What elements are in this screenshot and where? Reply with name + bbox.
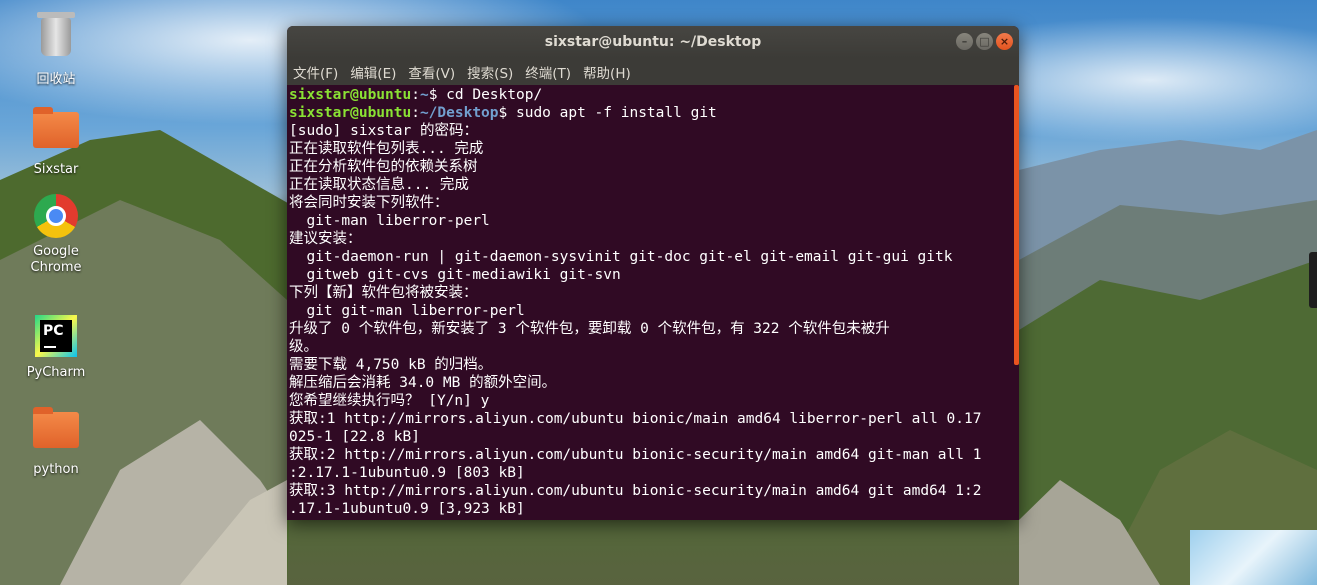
output-line: 级。	[289, 339, 318, 355]
desktop-icon-trash[interactable]: 回收站	[16, 12, 96, 87]
output-line: 将会同时安装下列软件：	[289, 195, 449, 211]
close-button[interactable]: ×	[996, 33, 1013, 50]
menu-terminal[interactable]: 终端(T)	[525, 60, 571, 84]
output-line: git git-man liberror-perl	[289, 303, 525, 319]
menu-search[interactable]: 搜索(S)	[467, 60, 513, 84]
terminal-output[interactable]: sixstar@ubuntu:~$ cd Desktop/ sixstar@ub…	[287, 85, 1019, 520]
output-line: 下列【新】软件包将被安装：	[289, 285, 478, 301]
side-widget-handle[interactable]	[1309, 252, 1317, 308]
prompt-line: sixstar@ubuntu:~$ cd Desktop/	[289, 87, 543, 103]
menu-view[interactable]: 查看(V)	[408, 60, 455, 84]
desktop-icon-label: Google Chrome	[30, 244, 82, 275]
prompt-line: sixstar@ubuntu:~/Desktop$ sudo apt -f in…	[289, 105, 717, 121]
window-titlebar[interactable]: sixstar@ubuntu: ~/Desktop – □ ×	[287, 26, 1019, 58]
window-title: sixstar@ubuntu: ~/Desktop	[544, 34, 762, 50]
output-line: 解压缩后会消耗 34.0 MB 的额外空间。	[289, 375, 557, 391]
desktop-icon-chrome[interactable]: Google Chrome	[16, 192, 96, 276]
output-line: git-daemon-run | git-daemon-sysvinit git…	[289, 249, 953, 265]
desktop-widget-thumbnail[interactable]	[1190, 530, 1317, 585]
desktop-icon-sixstar[interactable]: Sixstar	[16, 104, 96, 177]
trash-icon	[32, 12, 80, 66]
output-line: 升级了 0 个软件包，新安装了 3 个软件包，要卸载 0 个软件包，有 322 …	[289, 321, 890, 337]
output-line: 正在读取状态信息... 完成	[289, 177, 469, 193]
output-line: :2.17.1-1ubuntu0.9 [803 kB]	[289, 465, 525, 481]
output-line: [sudo] sixstar 的密码：	[289, 123, 478, 139]
desktop-icon-label: Sixstar	[33, 162, 79, 177]
desktop-icon-label: 回收站	[36, 72, 76, 87]
output-line: 获取:3 http://mirrors.aliyun.com/ubuntu bi…	[289, 483, 982, 499]
desktop-icon-pycharm[interactable]: PC PyCharm	[16, 312, 96, 380]
output-line: 需要下载 4,750 kB 的归档。	[289, 357, 493, 373]
output-line: git-man liberror-perl	[289, 213, 490, 229]
desktop-icon-label: python	[33, 462, 79, 477]
maximize-button[interactable]: □	[976, 33, 993, 50]
folder-icon	[32, 407, 80, 460]
chrome-icon	[32, 194, 80, 242]
menu-help[interactable]: 帮助(H)	[583, 60, 631, 84]
minimize-button[interactable]: –	[956, 33, 973, 50]
output-line: 建议安装：	[289, 231, 362, 247]
menu-bar: 文件(F) 编辑(E) 查看(V) 搜索(S) 终端(T) 帮助(H)	[287, 58, 1019, 85]
output-line: 正在读取软件包列表... 完成	[289, 141, 484, 157]
desktop-icon-label: PyCharm	[26, 365, 86, 380]
output-line: 正在分析软件包的依赖关系树	[289, 159, 478, 175]
desktop-icon-python[interactable]: python	[16, 404, 96, 477]
output-line: 获取:2 http://mirrors.aliyun.com/ubuntu bi…	[289, 447, 982, 463]
output-line: 025-1 [22.8 kB]	[289, 429, 420, 445]
output-line: 获取:1 http://mirrors.aliyun.com/ubuntu bi…	[289, 411, 982, 427]
folder-icon	[32, 107, 80, 160]
output-line: gitweb git-cvs git-mediawiki git-svn	[289, 267, 621, 283]
terminal-scrollbar[interactable]	[1014, 85, 1019, 365]
menu-edit[interactable]: 编辑(E)	[350, 60, 396, 84]
terminal-window[interactable]: sixstar@ubuntu: ~/Desktop – □ × 文件(F) 编辑…	[287, 26, 1019, 520]
output-line: 您希望继续执行吗？ [Y/n] y	[289, 393, 490, 409]
menu-file[interactable]: 文件(F)	[293, 60, 338, 84]
output-line: .17.1-1ubuntu0.9 [3,923 kB]	[289, 501, 525, 517]
pycharm-icon: PC	[32, 315, 80, 363]
